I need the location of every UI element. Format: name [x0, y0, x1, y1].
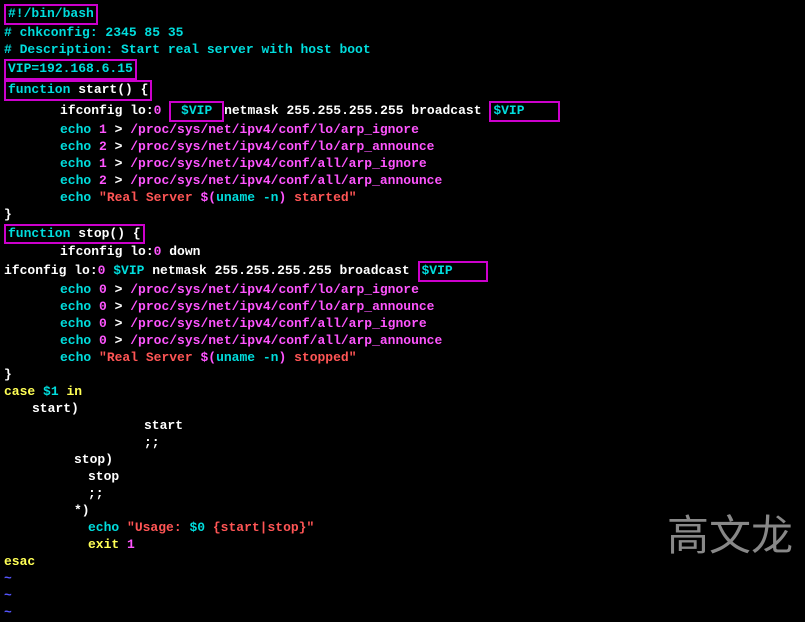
code-line: case $1 in — [4, 384, 801, 401]
code-line: echo 2 > /proc/sys/net/ipv4/conf/lo/arp_… — [4, 139, 801, 156]
code-line: # chkconfig: 2345 85 35 — [4, 25, 801, 42]
code-line: ;; — [4, 435, 801, 452]
code-line: start — [4, 418, 801, 435]
watermark-text: 高文龙 — [667, 510, 793, 565]
code-line: VIP=192.168.6.15 — [4, 59, 801, 80]
code-line: } — [4, 207, 801, 224]
empty-line-tilde: ~ — [4, 571, 801, 588]
code-line: ifconfig lo:0 down — [4, 244, 801, 261]
code-line: echo 0 > /proc/sys/net/ipv4/conf/all/arp… — [4, 316, 801, 333]
code-line: echo 0 > /proc/sys/net/ipv4/conf/all/arp… — [4, 333, 801, 350]
empty-line-tilde: ~ — [4, 588, 801, 605]
code-line: ifconfig lo:0 $VIP netmask 255.255.255.2… — [4, 101, 801, 122]
code-line: echo "Real Server $(uname -n) started" — [4, 190, 801, 207]
code-line: function start() { — [4, 80, 801, 101]
code-line: echo 1 > /proc/sys/net/ipv4/conf/all/arp… — [4, 156, 801, 173]
code-line: stop — [4, 469, 801, 486]
code-line: function stop() { — [4, 224, 801, 245]
code-line: echo 0 > /proc/sys/net/ipv4/conf/lo/arp_… — [4, 282, 801, 299]
code-line: start) — [4, 401, 801, 418]
code-line: # Description: Start real server with ho… — [4, 42, 801, 59]
code-line: #!/bin/bash — [4, 4, 801, 25]
code-line: echo 2 > /proc/sys/net/ipv4/conf/all/arp… — [4, 173, 801, 190]
code-line: echo "Real Server $(uname -n) stopped" — [4, 350, 801, 367]
code-line: echo 1 > /proc/sys/net/ipv4/conf/lo/arp_… — [4, 122, 801, 139]
empty-line-tilde: ~ — [4, 605, 801, 622]
code-line: stop) — [4, 452, 801, 469]
code-line: ;; — [4, 486, 801, 503]
code-line: ifconfig lo:0 $VIP netmask 255.255.255.2… — [4, 261, 801, 282]
code-line: echo 0 > /proc/sys/net/ipv4/conf/lo/arp_… — [4, 299, 801, 316]
code-line: } — [4, 367, 801, 384]
